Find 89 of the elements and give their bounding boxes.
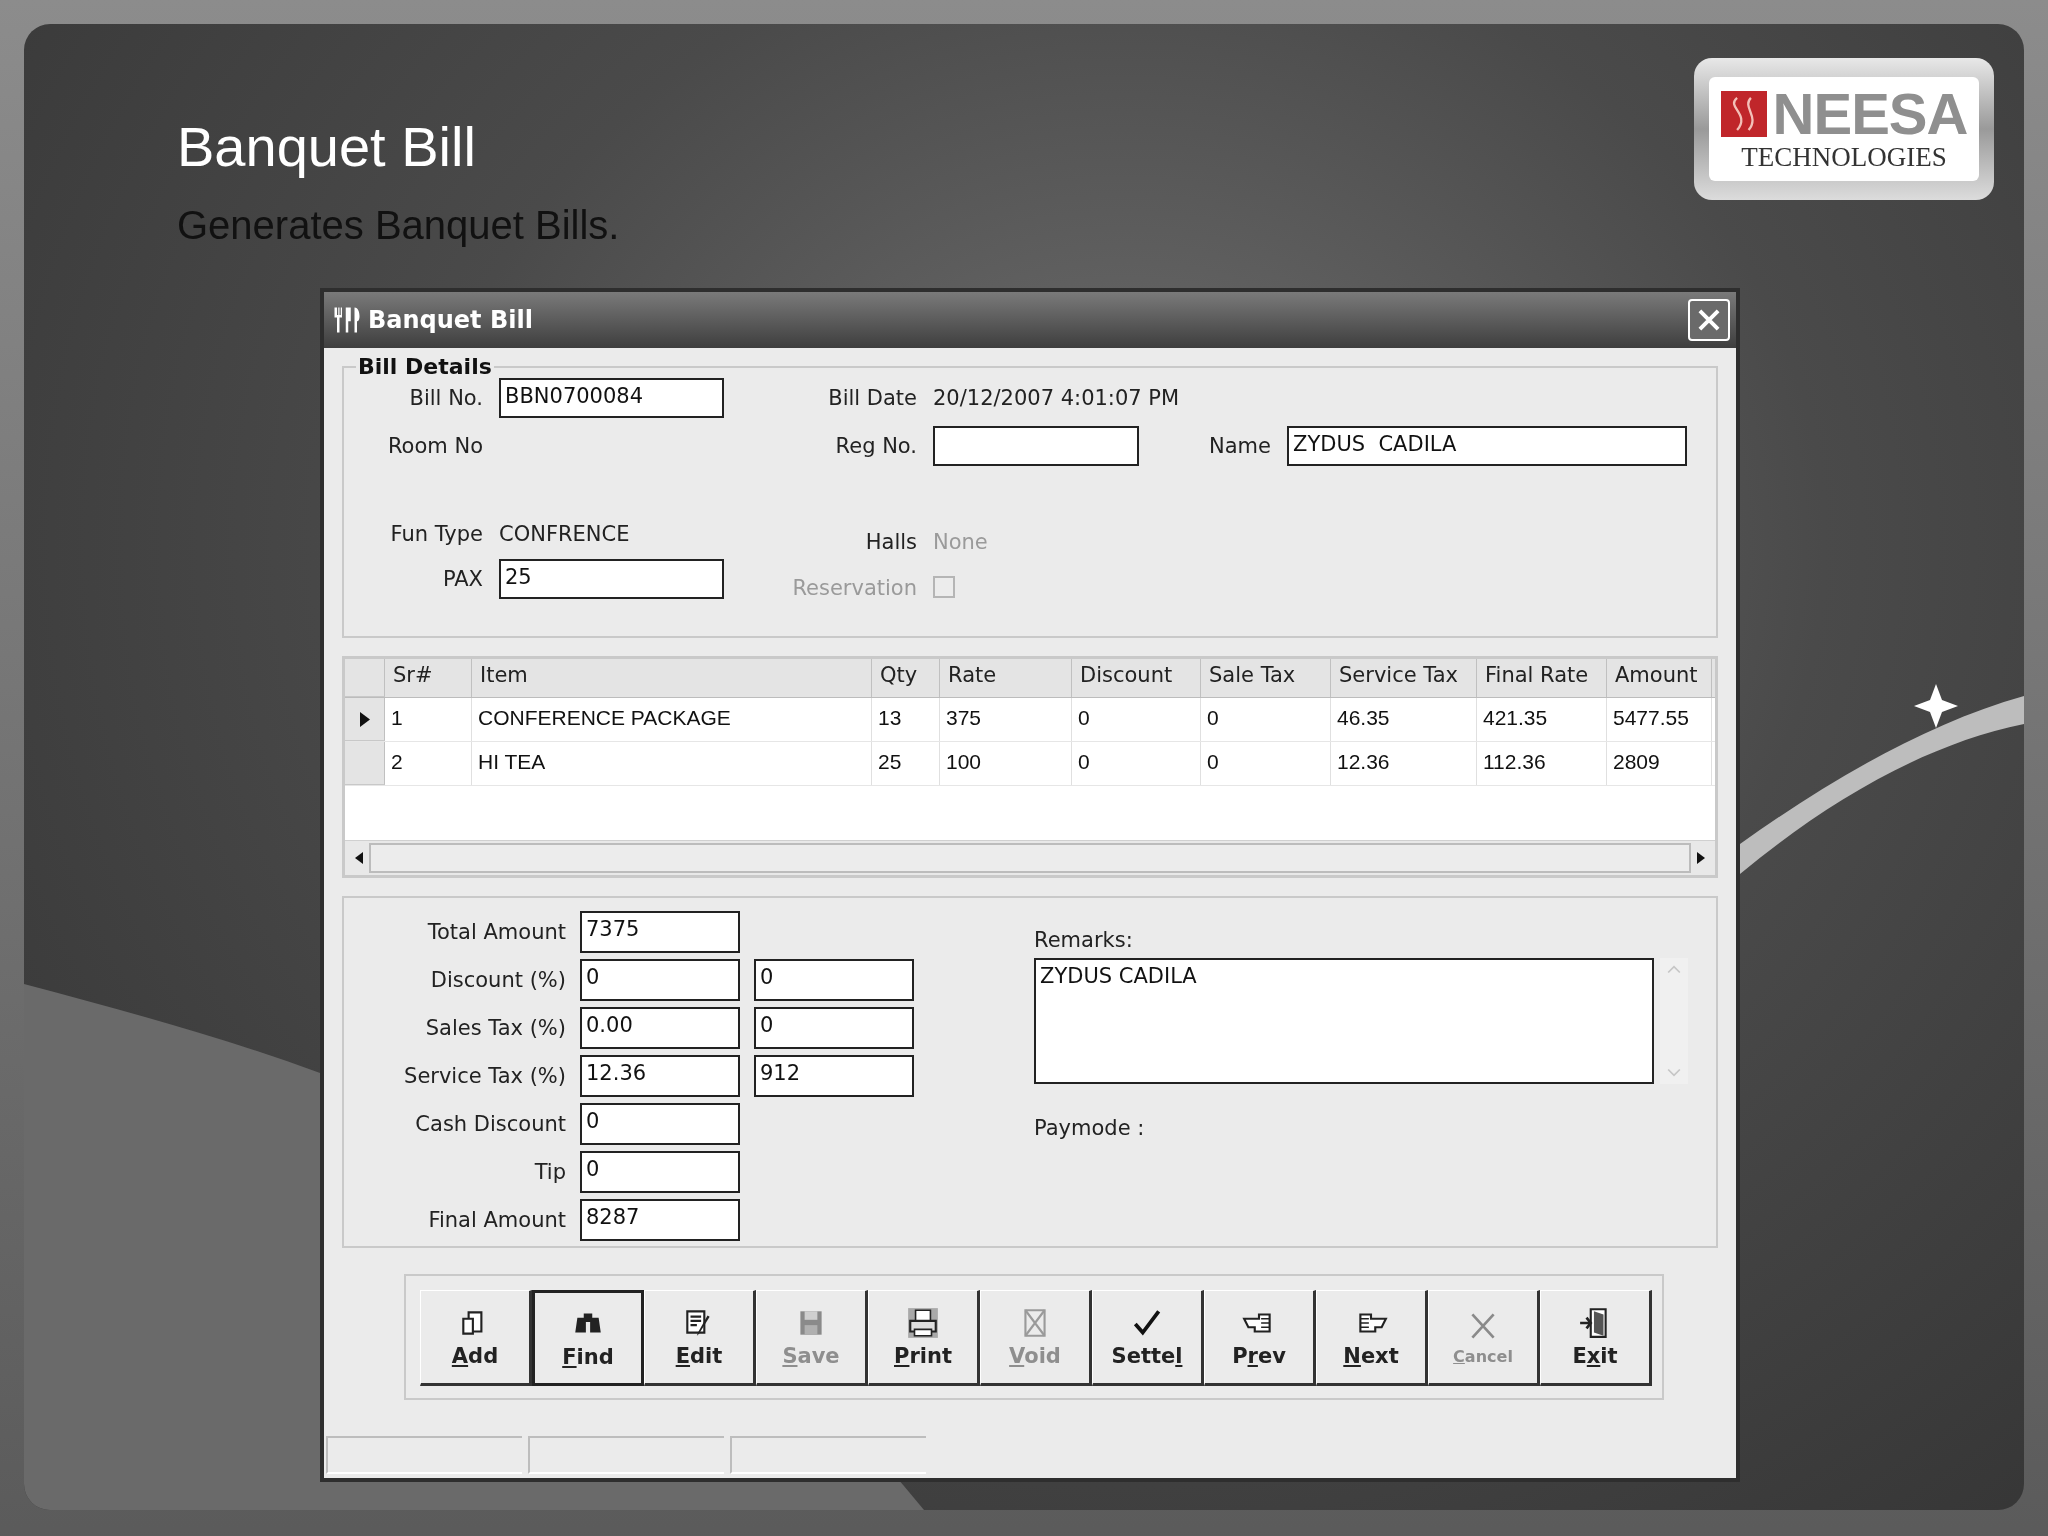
window-title: Banquet Bill xyxy=(368,306,534,334)
table-cell: 0 xyxy=(1072,698,1201,741)
amount-field[interactable]: 8287 xyxy=(580,1199,740,1241)
table-cell: 2 xyxy=(385,742,472,785)
toolbar-button[interactable]: Settel xyxy=(1092,1290,1204,1386)
table-cell: 13 xyxy=(872,698,940,741)
table-cell: CONFERENCE PACKAGE xyxy=(472,698,872,741)
field-label: Fun Type xyxy=(389,522,483,546)
amount-field[interactable]: 7375 xyxy=(580,911,740,953)
horizontal-scrollbar[interactable] xyxy=(345,840,1715,875)
field-label: Remarks: xyxy=(1034,928,1134,952)
amount-field[interactable]: 0 xyxy=(754,959,914,1001)
table-cell: 100 xyxy=(940,742,1072,785)
name-field[interactable]: ZYDUS CADILA xyxy=(1287,426,1687,466)
bill-date-value: 20/12/2007 4:01:07 PM xyxy=(933,386,1181,410)
table-cell: 112.36 xyxy=(1477,742,1607,785)
amount-field[interactable]: 0 xyxy=(754,1007,914,1049)
logo-mark-icon xyxy=(1720,91,1767,138)
column-header[interactable]: Item xyxy=(472,659,872,697)
amount-field[interactable]: 12.36 xyxy=(580,1055,740,1097)
field-label: Total Amount xyxy=(426,920,566,944)
scroll-up-icon xyxy=(1667,964,1681,974)
pax-field[interactable]: 25 xyxy=(499,559,724,599)
field-label: Cash Discount xyxy=(414,1112,566,1136)
table-cell: 5477.55 xyxy=(1607,698,1712,741)
field-label: Halls xyxy=(864,530,917,556)
field-label: Reg No. xyxy=(834,434,917,458)
table-cell: 25 xyxy=(872,742,940,785)
table-cell: 12.36 xyxy=(1331,742,1477,785)
column-header[interactable]: Rate xyxy=(940,659,1072,697)
bill-number-field[interactable]: BBN0700084 xyxy=(499,378,724,418)
scroll-right-icon xyxy=(1697,852,1705,864)
amount-field[interactable]: 0.00 xyxy=(580,1007,740,1049)
close-icon xyxy=(1696,307,1722,333)
field-label: PAX xyxy=(441,567,483,591)
table-cell: 421.35 xyxy=(1477,698,1607,741)
toolbar-button[interactable]: Next xyxy=(1316,1290,1428,1386)
toolbar-button[interactable]: Exit xyxy=(1540,1290,1652,1386)
toolbar-button[interactable]: Find xyxy=(532,1290,644,1386)
table-cell: 1 xyxy=(385,698,472,741)
star-icon xyxy=(1914,684,1958,728)
scroll-left-icon xyxy=(355,852,363,864)
halls-value: None xyxy=(933,530,989,556)
toolbar-button[interactable]: Print xyxy=(868,1290,980,1386)
field-label: Final Amount xyxy=(427,1208,566,1232)
table-cell: 2809 xyxy=(1607,742,1712,785)
amount-field[interactable]: 0 xyxy=(580,959,740,1001)
current-row-icon xyxy=(359,711,370,727)
amount-field[interactable]: 912 xyxy=(754,1055,914,1097)
table-cell: 0 xyxy=(1201,698,1331,741)
column-header[interactable]: Qty xyxy=(872,659,940,697)
column-header[interactable]: Sr# xyxy=(385,659,472,697)
cutlery-icon xyxy=(332,305,362,335)
amount-field[interactable]: 0 xyxy=(580,1151,740,1193)
field-label: Tip xyxy=(533,1160,566,1184)
checkbox-label: Reservation xyxy=(791,576,917,602)
printer-icon xyxy=(906,1306,940,1340)
table-cell: 375 xyxy=(940,698,1072,741)
field-label: Bill Date xyxy=(827,386,917,410)
column-header[interactable]: Amount xyxy=(1607,659,1712,697)
row-header[interactable] xyxy=(345,698,385,741)
field-label: Sales Tax (%) xyxy=(424,1016,566,1040)
column-header[interactable]: Final Rate xyxy=(1477,659,1607,697)
field-label: Bill No. xyxy=(408,386,483,410)
table-cell: 46.35 xyxy=(1331,698,1477,741)
field-label: Service Tax (%) xyxy=(403,1064,566,1088)
close-button[interactable] xyxy=(1688,299,1730,341)
field-label: Room No xyxy=(386,434,483,458)
amount-field[interactable]: 0 xyxy=(580,1103,740,1145)
toolbar-button[interactable]: Edit xyxy=(644,1290,756,1386)
remarks-field[interactable]: ZYDUS CADILA xyxy=(1034,958,1654,1084)
column-header[interactable]: Service Tax xyxy=(1331,659,1477,697)
field-label: Name xyxy=(1208,434,1271,458)
table-cell: HI TEA xyxy=(472,742,872,785)
logo-tagline: TECHNOLOGIES xyxy=(1741,143,1947,173)
logo-name: NEESA xyxy=(1772,85,1968,144)
field-label: Paymode : xyxy=(1034,1116,1146,1140)
table-cell: 0 xyxy=(1072,742,1201,785)
reg-number-field[interactable] xyxy=(933,426,1139,466)
column-header[interactable]: Sale Tax xyxy=(1201,659,1331,697)
column-header[interactable]: Discount xyxy=(1072,659,1201,697)
toolbar-button[interactable]: Prev xyxy=(1204,1290,1316,1386)
fun-type-value: CONFRENCE xyxy=(499,522,631,546)
table-cell: 0 xyxy=(1201,742,1331,785)
slide-title: Banquet Bill xyxy=(177,114,477,179)
toolbar-button[interactable]: Add xyxy=(420,1290,532,1386)
field-label: Discount (%) xyxy=(429,968,566,992)
scroll-down-icon xyxy=(1667,1068,1681,1078)
vertical-scrollbar[interactable] xyxy=(1660,958,1688,1084)
